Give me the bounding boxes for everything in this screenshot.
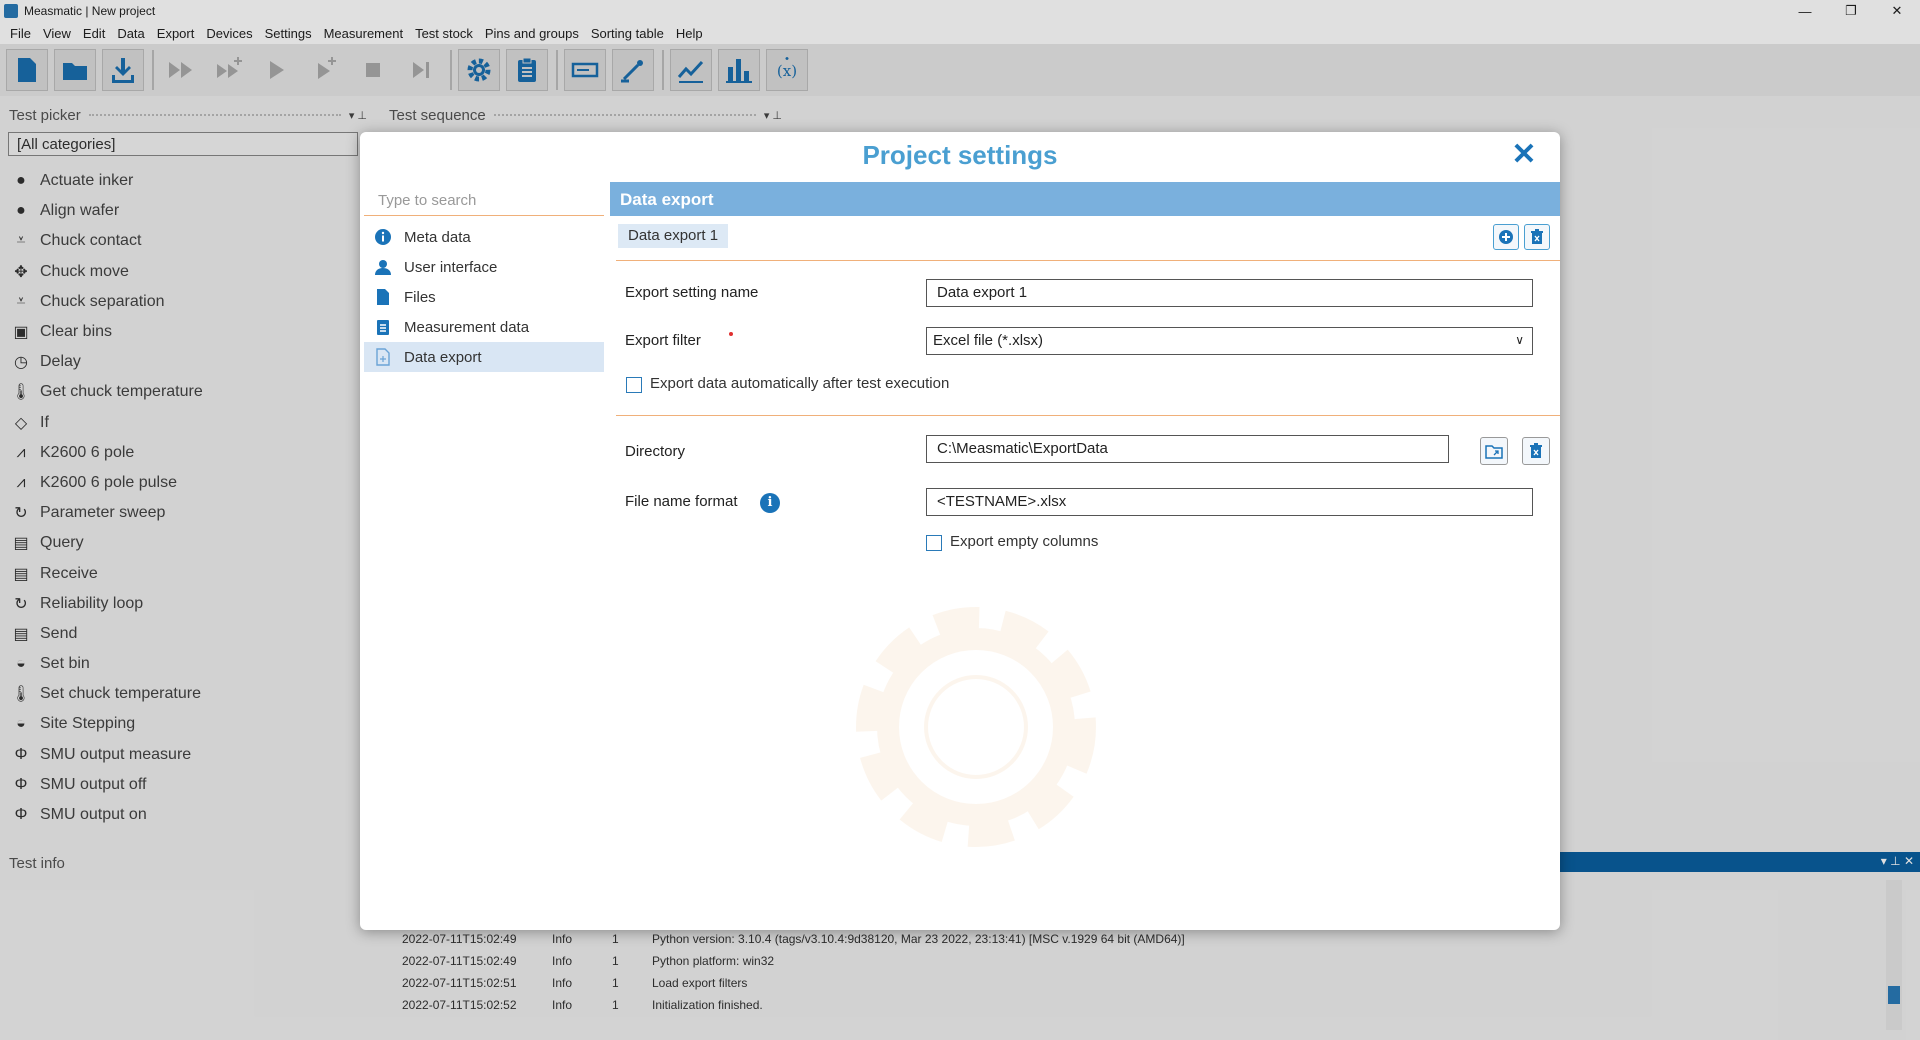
export-setting-name-label: Export setting name <box>625 284 759 301</box>
chevron-down-icon: ∨ <box>1515 333 1524 347</box>
auto-export-label: Export data automatically after test exe… <box>650 375 950 392</box>
settings-search-input[interactable]: Type to search <box>364 182 604 216</box>
clear-directory-button[interactable] <box>1522 437 1550 465</box>
export-empty-columns-label: Export empty columns <box>950 533 1099 550</box>
export-file-icon <box>374 348 392 366</box>
export-config-tab[interactable]: Data export 1 <box>618 224 729 248</box>
divider <box>616 415 1560 416</box>
user-icon <box>374 258 392 276</box>
info-icon <box>374 228 392 246</box>
export-setting-name-input[interactable]: Data export 1 <box>926 279 1533 307</box>
dialog-title: Project settings <box>862 140 1058 170</box>
nav-item-measurement-data[interactable]: Measurement data <box>364 312 604 342</box>
gear-watermark-icon <box>856 607 1096 847</box>
nav-item-user-interface[interactable]: User interface <box>364 252 604 282</box>
required-indicator <box>729 332 733 336</box>
trash-icon <box>1530 443 1542 458</box>
directory-label: Directory <box>625 443 686 460</box>
nav-item-data-export[interactable]: Data export <box>364 342 604 372</box>
export-empty-columns-checkbox[interactable] <box>926 535 942 551</box>
file-name-format-label: File name format <box>625 493 738 510</box>
export-filter-select[interactable]: Excel file (*.xlsx) ∨ <box>926 327 1533 355</box>
trash-icon <box>1531 229 1543 244</box>
plus-circle-icon <box>1499 230 1513 244</box>
nav-item-meta-data[interactable]: Meta data <box>364 222 604 252</box>
divider <box>616 260 1560 261</box>
export-filter-label: Export filter <box>625 332 701 349</box>
settings-nav: Meta data User interface Files Measureme… <box>364 222 604 372</box>
project-settings-dialog: Project settings ✕ Type to search Meta d… <box>360 132 1560 930</box>
file-name-format-input[interactable]: <TESTNAME>.xlsx <box>926 488 1533 516</box>
browse-directory-button[interactable] <box>1480 437 1508 465</box>
open-folder-icon <box>1485 445 1503 459</box>
auto-export-checkbox[interactable] <box>626 377 642 393</box>
delete-export-button[interactable] <box>1524 224 1550 250</box>
file-icon <box>374 288 392 306</box>
nav-item-files[interactable]: Files <box>364 282 604 312</box>
clipboard-icon <box>374 318 392 336</box>
info-icon[interactable]: i <box>760 493 780 513</box>
directory-input[interactable]: C:\Measmatic\ExportData <box>926 435 1449 463</box>
section-header: Data export <box>610 182 1560 216</box>
add-export-button[interactable] <box>1493 224 1519 250</box>
close-icon[interactable]: ✕ <box>1510 140 1538 170</box>
